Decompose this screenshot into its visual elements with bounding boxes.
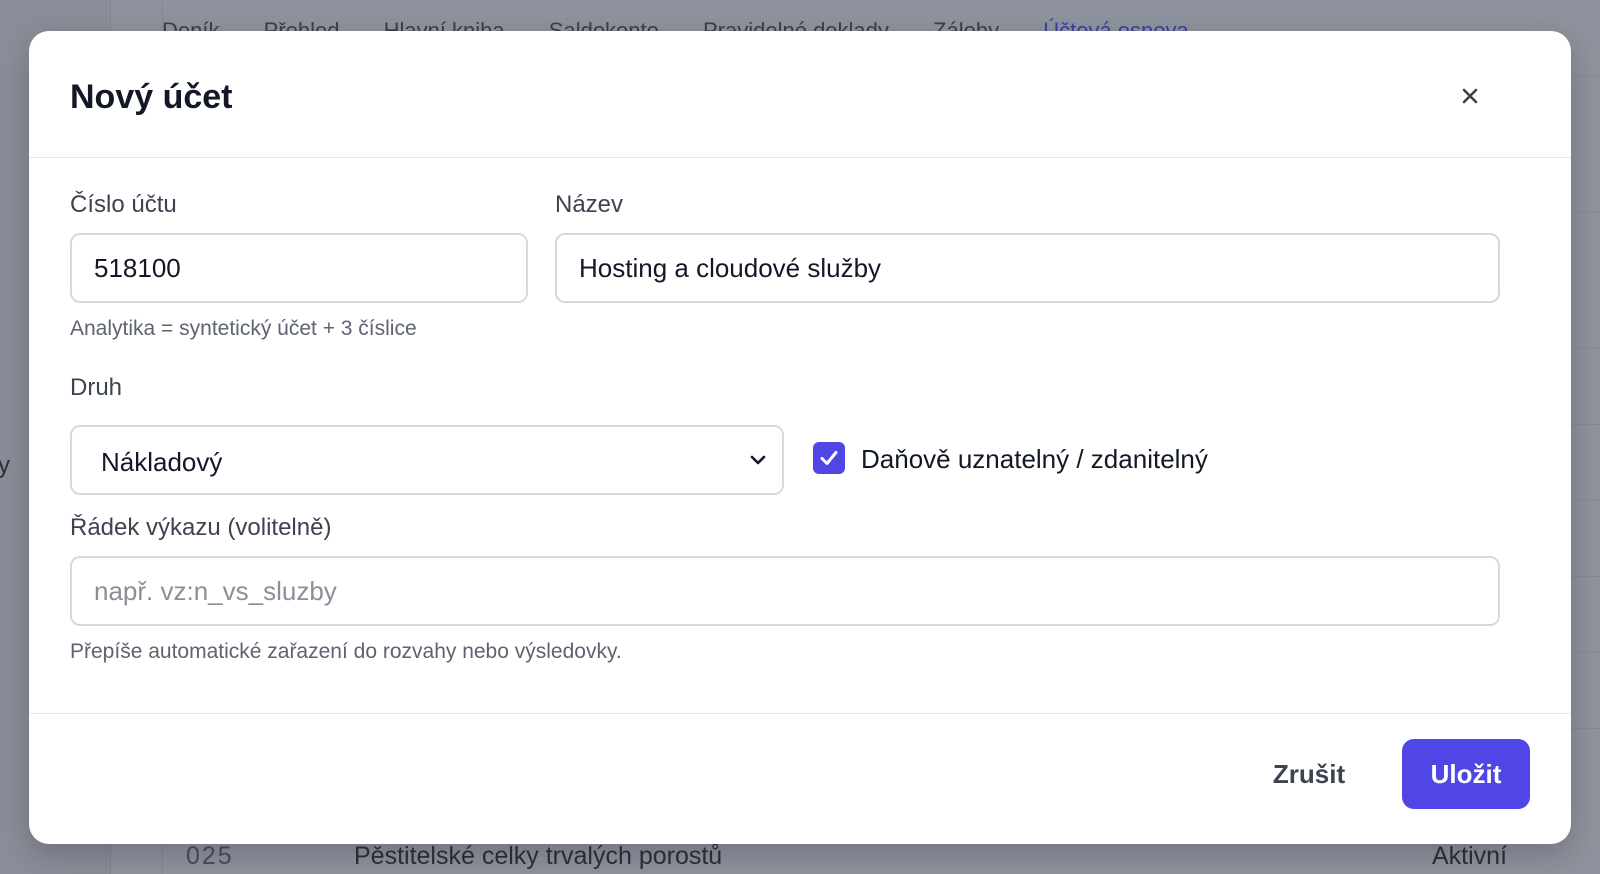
account-name: Pěstitelské celky trvalých porostů — [354, 842, 723, 870]
row-divider — [1570, 500, 1600, 501]
type-select-value: Nákladový — [101, 447, 223, 477]
type-select[interactable]: Nákladový — [70, 425, 784, 495]
dialog-header: Nový účet — [29, 31, 1571, 158]
cancel-button[interactable]: Zrušit — [1257, 739, 1361, 809]
row-divider — [1570, 76, 1600, 77]
row-divider — [1570, 348, 1600, 349]
name-label: Název — [555, 191, 624, 218]
row-divider — [1570, 728, 1600, 729]
status-badge: Aktivní — [1432, 842, 1508, 870]
row-divider — [1570, 576, 1600, 577]
close-button[interactable] — [1455, 81, 1485, 111]
dialog-title: Nový účet — [70, 78, 233, 116]
account-code: 025 — [186, 842, 234, 870]
tax-deductible-checkbox[interactable] — [813, 442, 845, 474]
report-line-label: Řádek výkazu (volitelně) — [70, 514, 332, 541]
chevron-down-icon — [750, 455, 766, 465]
row-divider — [1570, 424, 1600, 425]
dialog-footer: Zrušit Uložit — [29, 713, 1571, 844]
row-divider — [1570, 212, 1600, 213]
name-input[interactable] — [555, 233, 1500, 303]
type-label: Druh — [70, 374, 123, 401]
close-icon — [1462, 88, 1478, 104]
report-line-input[interactable] — [70, 556, 1500, 626]
account-number-hint: Analytika = syntetický účet + 3 číslice — [70, 317, 417, 340]
account-number-label: Číslo účtu — [70, 191, 177, 218]
report-line-hint: Přepíše automatické zařazení do rozvahy … — [70, 640, 622, 663]
tax-deductible-label[interactable]: Daňově uznatelný / zdanitelný — [861, 444, 1208, 475]
sidebar-text-fragment: y — [0, 452, 10, 479]
new-account-dialog: Nový účet Číslo účtu Analytika = synteti… — [29, 31, 1571, 844]
save-button[interactable]: Uložit — [1402, 739, 1530, 809]
row-divider — [1570, 652, 1600, 653]
account-number-input[interactable] — [70, 233, 528, 303]
checkmark-icon — [820, 451, 838, 465]
